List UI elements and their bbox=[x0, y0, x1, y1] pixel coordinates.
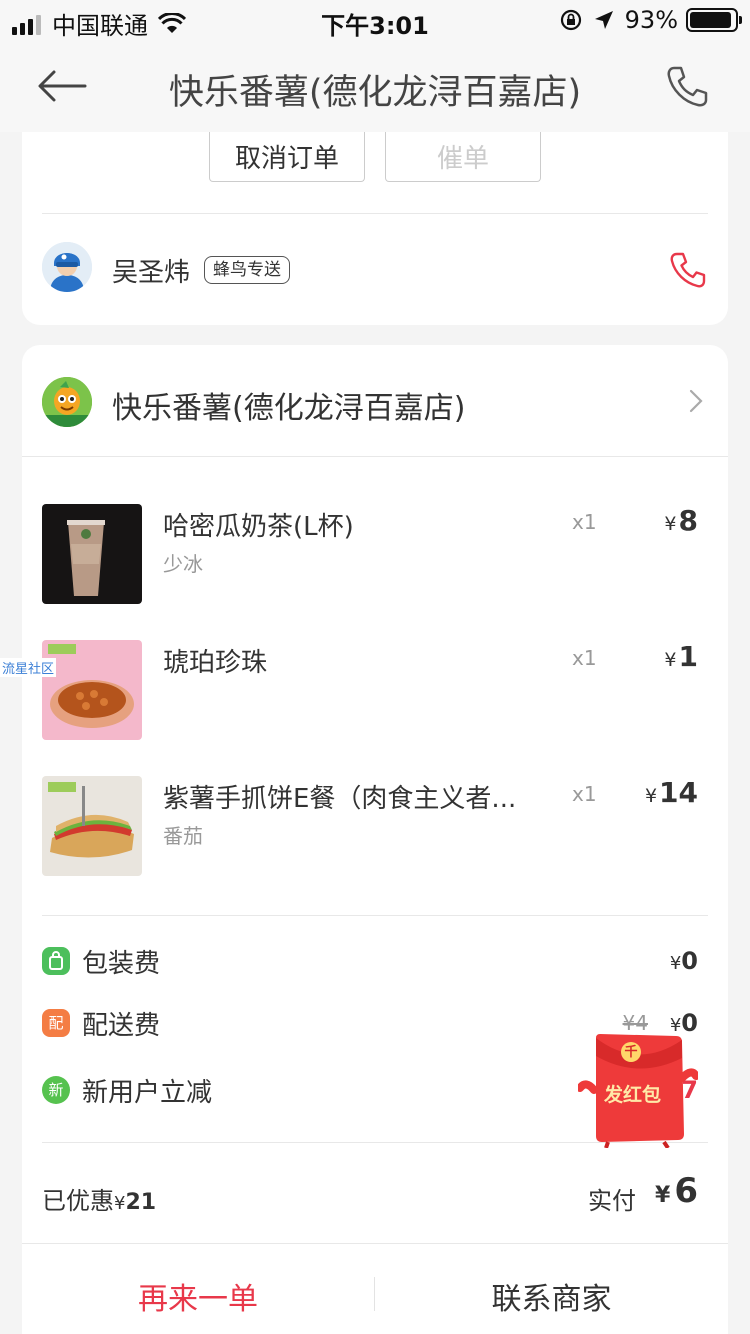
product-image bbox=[42, 504, 142, 604]
battery-percent: 93% bbox=[624, 6, 678, 34]
item-name: 琥珀珍珠 bbox=[163, 648, 268, 678]
red-packet-label: 发红包 bbox=[604, 1084, 662, 1106]
order-item: 琥珀珍珠 x1 ¥1 bbox=[42, 640, 708, 740]
fee-label: 包装费 bbox=[82, 949, 161, 979]
page-title: 快乐番薯(德化龙浔百嘉店) bbox=[168, 73, 582, 113]
delivery-type-badge: 蜂鸟专送 bbox=[204, 256, 290, 284]
item-price-value: 8 bbox=[678, 504, 698, 537]
packing-fee-row: 包装费 ¥0 bbox=[42, 941, 708, 981]
bag-glyph bbox=[49, 951, 63, 970]
order-status-card: 取消订单 催单 吴圣炜 蜂鸟专送 bbox=[22, 132, 728, 325]
item-price: ¥8 bbox=[664, 504, 698, 537]
item-quantity: x1 bbox=[572, 510, 597, 534]
divider bbox=[42, 915, 708, 916]
watermark-label: 流星社区 bbox=[0, 658, 57, 677]
rider-avatar bbox=[42, 242, 92, 292]
divider bbox=[22, 1243, 728, 1244]
status-right: 93% bbox=[559, 6, 742, 34]
contact-shop-button[interactable]: 联系商家 bbox=[375, 1257, 728, 1334]
paid-label: 实付 bbox=[588, 1187, 636, 1215]
carrier-name: 中国联通 bbox=[52, 12, 148, 40]
delivery-badge-icon: 配 bbox=[42, 1009, 70, 1037]
shop-logo-image bbox=[42, 377, 92, 427]
item-name: 哈密瓜奶茶(L杯) bbox=[163, 512, 354, 542]
saved-value: 21 bbox=[125, 1190, 157, 1215]
item-spec: 少冰 bbox=[163, 552, 203, 576]
fee-label: 新用户立减 bbox=[82, 1078, 213, 1108]
item-spec: 番茄 bbox=[163, 824, 203, 848]
currency-symbol: ¥ bbox=[655, 1183, 671, 1208]
new-user-badge-icon: 新 bbox=[42, 1076, 70, 1104]
saved-label: 已优惠 bbox=[42, 1187, 114, 1215]
cell-signal-icon bbox=[12, 13, 44, 35]
amber-pearl-image bbox=[42, 640, 142, 740]
status-bar: 中国联通 下午3:01 93% bbox=[0, 0, 750, 42]
bag-icon bbox=[42, 947, 70, 975]
cancel-order-button[interactable]: 取消订单 bbox=[209, 132, 365, 182]
item-quantity: x1 bbox=[572, 782, 597, 806]
fee-amount: 0 bbox=[681, 947, 698, 975]
location-arrow-icon bbox=[594, 11, 613, 29]
product-image bbox=[42, 776, 142, 876]
currency-symbol: ¥ bbox=[664, 513, 677, 535]
wifi-icon bbox=[158, 12, 186, 33]
divider bbox=[22, 456, 728, 457]
order-detail-card: 快乐番薯(德化龙浔百嘉店) 哈密瓜奶茶(L杯) 少冰 x1 ¥8 琥珀珍珠 x1… bbox=[22, 345, 728, 1334]
call-rider-button[interactable] bbox=[668, 250, 708, 290]
order-item: 哈密瓜奶茶(L杯) 少冰 x1 ¥8 bbox=[42, 504, 708, 604]
nav-bar: 快乐番薯(德化龙浔百嘉店) bbox=[0, 42, 750, 132]
red-packet-symbol: 千 bbox=[624, 1045, 638, 1060]
divider bbox=[42, 213, 708, 214]
shop-logo[interactable] bbox=[42, 377, 92, 427]
milk-tea-image bbox=[42, 504, 142, 604]
send-red-packet-button[interactable]: 千 发红包 bbox=[576, 1030, 700, 1150]
fee-label: 配送费 bbox=[82, 1011, 161, 1041]
item-quantity: x1 bbox=[572, 646, 597, 670]
paid-value: 6 bbox=[674, 1171, 698, 1211]
battery-level bbox=[690, 12, 731, 28]
urge-order-button[interactable]: 催单 bbox=[385, 132, 541, 182]
item-price-value: 1 bbox=[678, 640, 698, 673]
rotation-lock-icon bbox=[560, 9, 581, 31]
rider-name: 吴圣炜 bbox=[112, 258, 191, 288]
back-button[interactable] bbox=[30, 60, 94, 112]
battery-icon bbox=[686, 8, 742, 32]
shop-name[interactable]: 快乐番薯(德化龙浔百嘉店) bbox=[112, 383, 465, 427]
item-price: ¥1 bbox=[664, 640, 698, 673]
rider-avatar-icon bbox=[42, 242, 92, 292]
paid-amount: ¥6 bbox=[655, 1171, 698, 1211]
currency-symbol: ¥ bbox=[664, 649, 677, 671]
chevron-right-icon[interactable] bbox=[686, 387, 706, 415]
saved-amount: 已优惠¥21 bbox=[42, 1181, 156, 1216]
order-item: 紫薯手抓饼E餐（肉食主义者... 番茄 x1 ¥14 bbox=[42, 776, 708, 876]
sandwich-image bbox=[42, 776, 142, 876]
currency-symbol: ¥ bbox=[114, 1193, 126, 1214]
fee-value: ¥0 bbox=[670, 947, 698, 975]
product-image bbox=[42, 640, 142, 740]
currency-symbol: ¥ bbox=[669, 953, 682, 974]
back-arrow-icon bbox=[38, 70, 87, 102]
call-shop-button[interactable] bbox=[664, 64, 710, 110]
reorder-button[interactable]: 再来一单 bbox=[22, 1257, 374, 1334]
item-price-value: 14 bbox=[659, 776, 698, 809]
currency-symbol: ¥ bbox=[644, 785, 658, 807]
status-left: 中国联通 bbox=[12, 6, 186, 41]
item-name: 紫薯手抓饼E餐（肉食主义者... bbox=[163, 784, 517, 814]
item-price: ¥14 bbox=[645, 776, 698, 809]
